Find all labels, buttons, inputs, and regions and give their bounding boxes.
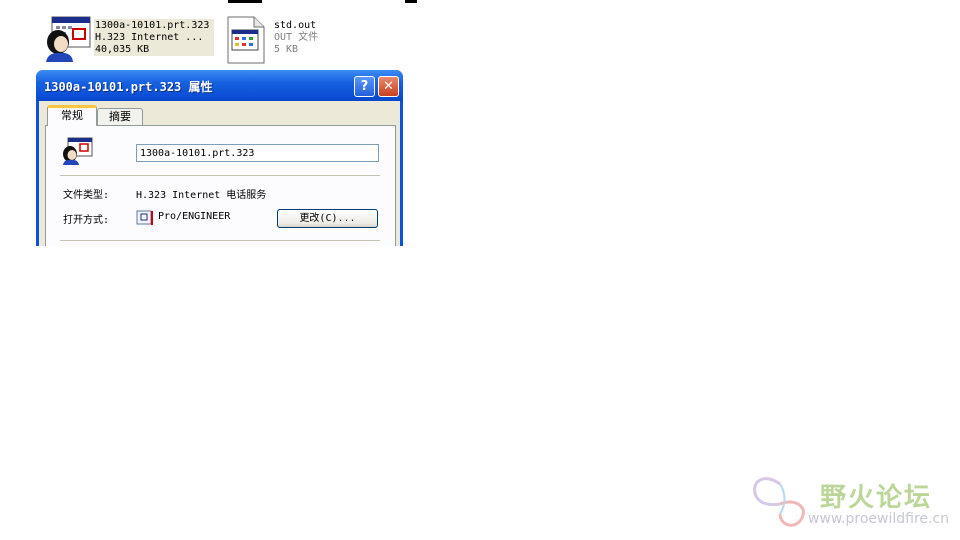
change-button[interactable]: 更改(C)...: [277, 209, 378, 228]
help-button[interactable]: ?: [354, 76, 375, 97]
cropped-item-fragment: [228, 0, 262, 3]
generic-document-icon: [226, 16, 266, 68]
dialog-client: 常规 摘要 1300a-10101.prt.323 文件类型: H.323 In…: [39, 101, 400, 246]
tab-panel: 1300a-10101.prt.323 文件类型: H.323 Internet…: [45, 125, 396, 246]
file-size: 5 KB: [274, 44, 299, 55]
tab-general[interactable]: 常规: [47, 105, 97, 126]
cropped-item-fragment: [405, 0, 417, 3]
properties-dialog: 1300a-10101.prt.323 属性 ? ✕ 常规 摘要 1300a-1…: [36, 70, 403, 246]
watermark-title: 野火论坛: [820, 483, 933, 513]
file-type: H.323 Internet ...: [95, 32, 204, 43]
open-with-label: 打开方式:: [63, 215, 110, 226]
file-size: 40,035 KB: [95, 44, 150, 55]
file-type-value: H.323 Internet 电话服务: [136, 190, 267, 201]
open-with-value: Pro/ENGINEER: [158, 211, 231, 222]
netmeeting-person-icon: [42, 16, 94, 66]
dialog-titlebar[interactable]: 1300a-10101.prt.323 属性 ? ✕: [36, 70, 403, 101]
separator: [60, 175, 380, 176]
tab-summary[interactable]: 摘要: [97, 108, 143, 125]
watermark-logo-icon: [750, 474, 812, 536]
file-type: OUT 文件: [274, 32, 319, 43]
file-type-icon: [60, 137, 94, 169]
file-name: std.out: [274, 20, 317, 31]
file-type-label: 文件类型:: [63, 190, 110, 201]
separator: [60, 240, 380, 241]
dialog-title: 1300a-10101.prt.323 属性: [44, 80, 213, 94]
file-name: 1300a-10101.prt.323: [95, 20, 210, 31]
filename-field[interactable]: 1300a-10101.prt.323: [136, 144, 379, 162]
watermark-url: www.proewildfire.cn: [808, 511, 950, 527]
close-button[interactable]: ✕: [378, 76, 399, 97]
proengineer-icon: [136, 210, 154, 230]
